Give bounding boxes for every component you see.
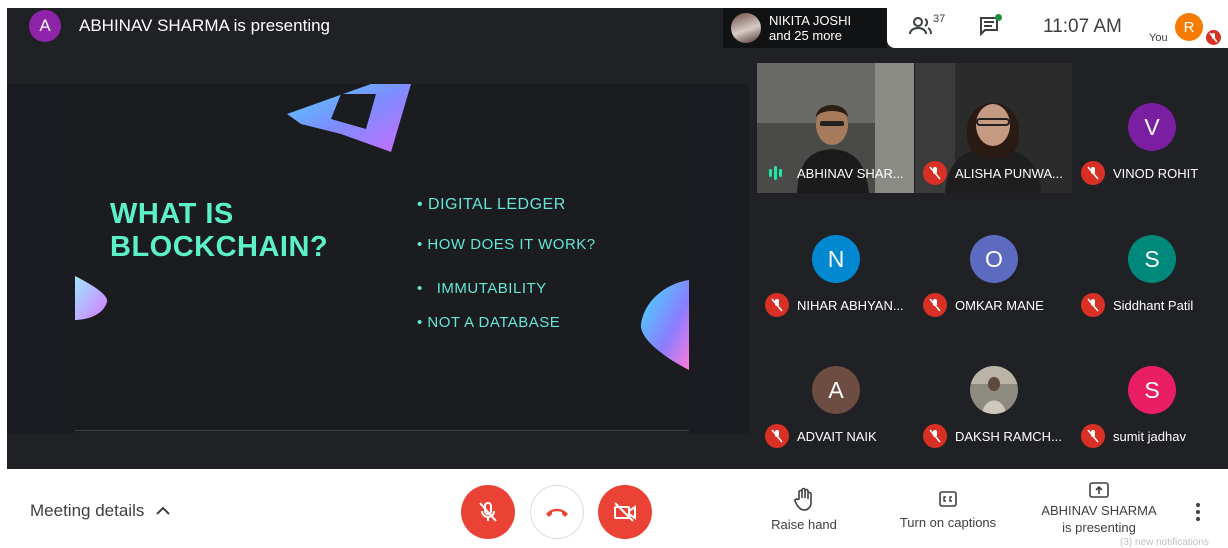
mic-off-icon xyxy=(1081,293,1105,317)
participant-summary-more: and 25 more xyxy=(769,28,842,43)
slide-decoration-top xyxy=(287,84,411,152)
participant-photo-avatar xyxy=(731,13,761,43)
clock: 11:07 AM xyxy=(1043,16,1122,37)
mic-off-icon xyxy=(765,424,789,448)
mic-off-icon xyxy=(1081,424,1105,448)
slide-title-line-1: WHAT IS xyxy=(110,198,234,230)
slide-bottom-border xyxy=(75,430,689,431)
mic-off-icon xyxy=(765,293,789,317)
chat-notification-dot xyxy=(995,14,1002,21)
participant-name-5: OMKAR MANE xyxy=(955,298,1044,313)
hand-icon xyxy=(794,487,812,511)
hang-up-icon xyxy=(546,508,568,517)
participant-name-9: sumit jadhav xyxy=(1113,429,1186,444)
meeting-details-label: Meeting details xyxy=(30,501,145,520)
participant-summary-name: NIKITA JOSHI xyxy=(769,13,852,28)
raise-hand-label: Raise hand xyxy=(771,517,837,532)
participant-tile-1[interactable]: ABHINAV SHAR... xyxy=(757,63,914,193)
presentation-slide: WHAT IS BLOCKCHAIN? • DIGITAL LEDGER • H… xyxy=(75,84,689,432)
presenting-status-button[interactable]: ABHINAV SHARMA is presenting xyxy=(1040,481,1158,536)
camera-off-icon xyxy=(614,502,636,522)
slide-title: WHAT IS BLOCKCHAIN? xyxy=(110,198,328,264)
mic-off-icon xyxy=(923,424,947,448)
slide-bullet-1: • DIGITAL LEDGER xyxy=(417,196,566,213)
you-label: You xyxy=(1149,32,1168,44)
more-options-button[interactable] xyxy=(1196,503,1200,524)
speaking-indicator-icon xyxy=(769,166,785,180)
people-count: 37 xyxy=(933,13,946,25)
participant-tile-8[interactable]: DAKSH RAMCH... xyxy=(915,326,1072,456)
mic-toggle-button[interactable] xyxy=(461,485,515,539)
slide-left-margin xyxy=(7,84,75,434)
meeting-stage: A ABHINAV SHARMA is presenting NIKITA JO… xyxy=(7,8,1228,469)
slide-decoration-left xyxy=(75,276,108,320)
captions-label: Turn on captions xyxy=(899,515,997,530)
participant-avatar-5: O xyxy=(970,235,1018,283)
participant-summary-chip[interactable]: NIKITA JOSHI and 25 more xyxy=(723,8,887,48)
slide-decoration-right xyxy=(640,280,689,370)
participant-name-2: ALISHA PUNWA... xyxy=(955,166,1063,181)
camera-toggle-button[interactable] xyxy=(598,485,652,539)
participant-tile-4[interactable]: N NIHAR ABHYAN... xyxy=(757,195,914,325)
notifications-text: (3) new notifications xyxy=(1120,537,1209,548)
participant-avatar-4: N xyxy=(812,235,860,283)
presenting-status: is presenting xyxy=(1062,520,1136,535)
mic-off-icon xyxy=(923,161,947,185)
participant-avatar-9: S xyxy=(1128,366,1176,414)
slide-right-margin xyxy=(689,84,749,434)
status-panel: 37 11:07 AM You R xyxy=(887,8,1228,48)
people-button[interactable]: 37 xyxy=(909,13,946,38)
slide-title-line-2: BLOCKCHAIN? xyxy=(110,231,329,263)
participant-name-7: ADVAIT NAIK xyxy=(797,429,877,444)
meeting-details-button[interactable]: Meeting details xyxy=(30,501,171,521)
raise-hand-button[interactable]: Raise hand xyxy=(768,487,840,532)
participant-tile-3[interactable]: V VINOD ROHIT xyxy=(1073,63,1228,193)
mic-off-icon xyxy=(1081,161,1105,185)
participant-name-4: NIHAR ABHYAN... xyxy=(797,298,904,313)
slide-bullet-2: • HOW DOES IT WORK? xyxy=(417,236,596,253)
self-avatar: R xyxy=(1175,13,1203,41)
participant-name-6: Siddhant Patil xyxy=(1113,298,1194,313)
presenter-banner: A ABHINAV SHARMA is presenting xyxy=(29,10,330,42)
participant-avatar-6: S xyxy=(1128,235,1176,283)
mic-off-icon xyxy=(923,293,947,317)
slide-bullet-4: • NOT A DATABASE xyxy=(417,314,561,331)
self-mic-off-icon xyxy=(1206,30,1221,45)
participant-name-1: ABHINAV SHAR... xyxy=(797,166,904,181)
presenter-banner-text: ABHINAV SHARMA is presenting xyxy=(79,16,330,35)
captions-icon xyxy=(939,491,957,507)
participant-name-8: DAKSH RAMCH... xyxy=(955,429,1062,444)
participant-tile-9[interactable]: S sumit jadhav xyxy=(1073,326,1228,456)
present-screen-icon xyxy=(1089,482,1109,498)
participant-tile-6[interactable]: S Siddhant Patil xyxy=(1073,195,1228,325)
chevron-up-icon xyxy=(156,506,171,515)
participant-summary-text: NIKITA JOSHI and 25 more xyxy=(769,13,851,43)
presenting-name: ABHINAV SHARMA xyxy=(1041,503,1157,518)
slide-bullet-3: • IMMUTABILITY xyxy=(417,280,547,297)
participant-tile-7[interactable]: A ADVAIT NAIK xyxy=(757,326,914,456)
participant-tile-5[interactable]: O OMKAR MANE xyxy=(915,195,1072,325)
bottom-toolbar: Meeting details Raise hand Turn on capti… xyxy=(0,469,1228,548)
captions-button[interactable]: Turn on captions xyxy=(894,487,1002,530)
participant-name-3: VINOD ROHIT xyxy=(1113,166,1199,181)
participant-photo-avatar-8 xyxy=(970,366,1018,414)
participant-tile-2[interactable]: ALISHA PUNWA... xyxy=(915,63,1072,193)
presenter-avatar: A xyxy=(29,10,61,42)
participant-avatar-7: A xyxy=(812,366,860,414)
mic-off-icon xyxy=(479,502,497,522)
participant-avatar-3: V xyxy=(1128,103,1176,151)
people-icon xyxy=(909,17,932,35)
leave-call-button[interactable] xyxy=(530,485,584,539)
